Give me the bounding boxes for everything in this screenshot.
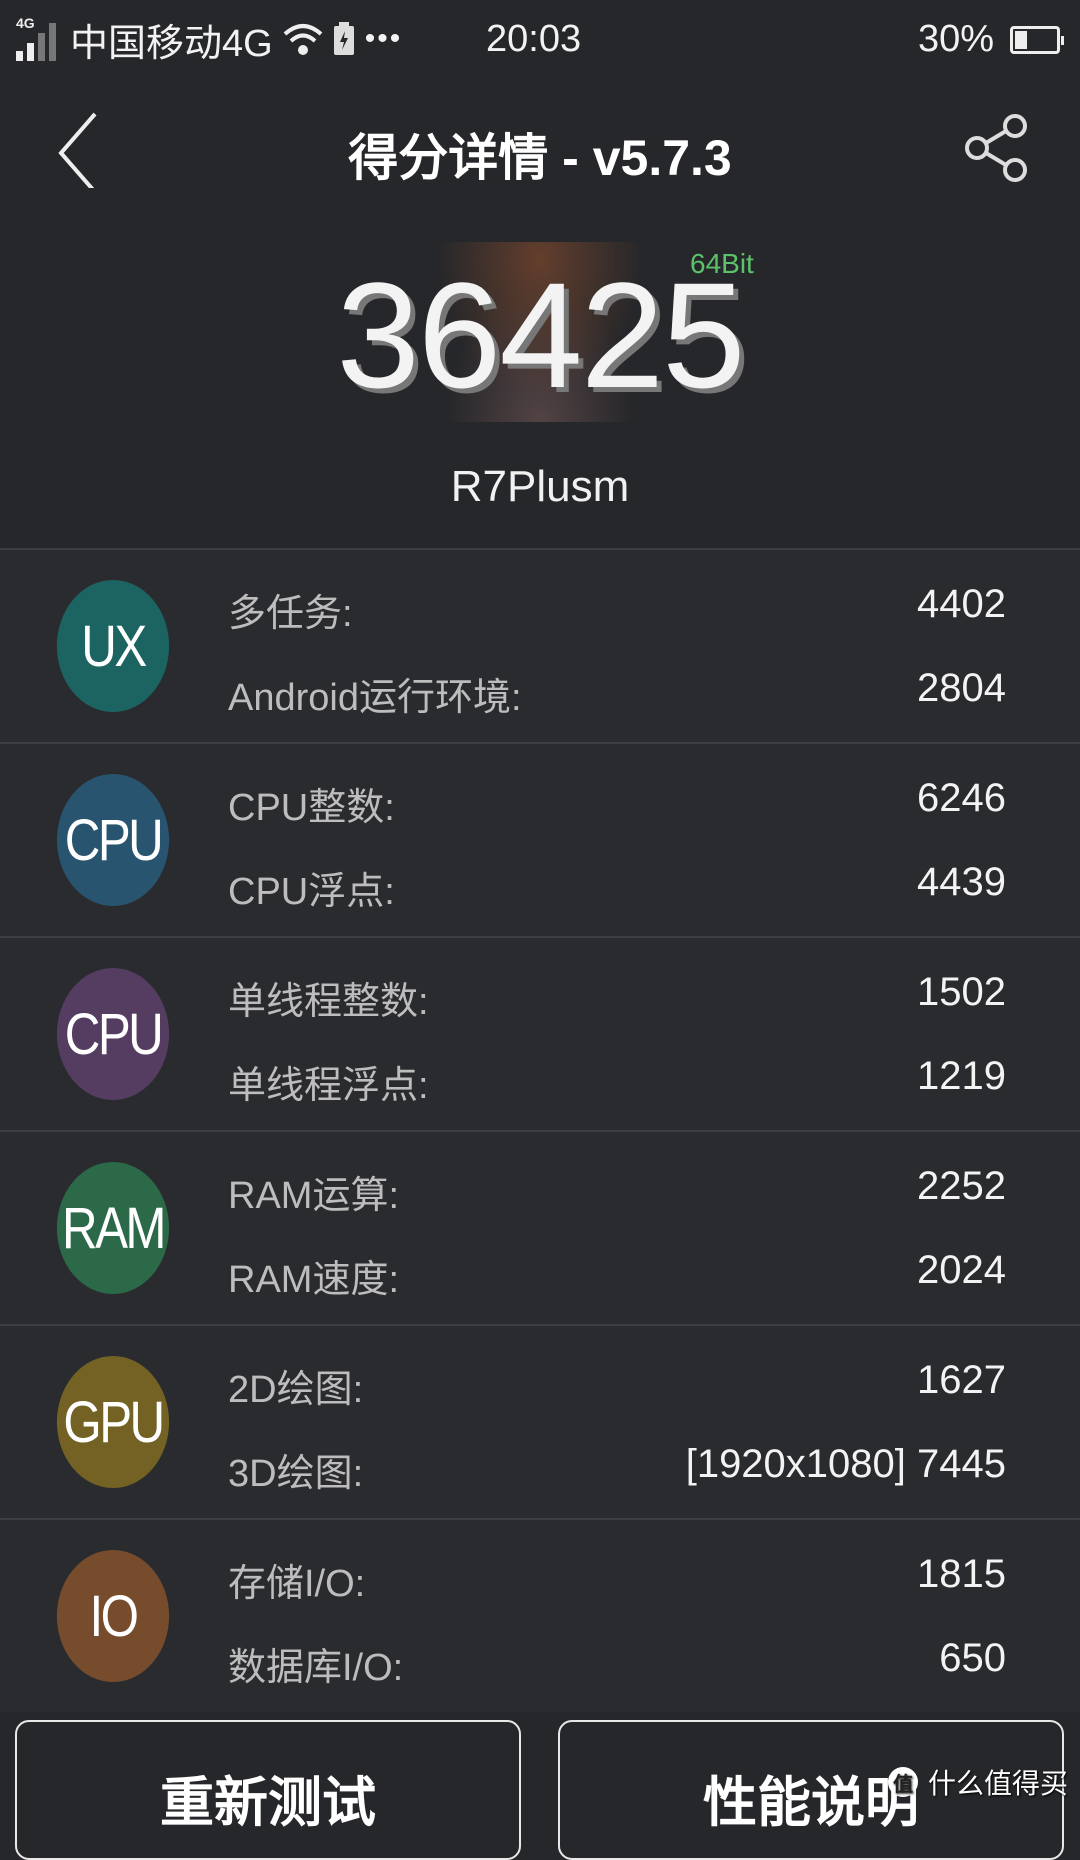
item-label: CPU浮点: <box>228 871 395 913</box>
watermark: 值 什么值得买 <box>887 1762 1068 1802</box>
item-label: 2D绘图: <box>228 1369 364 1411</box>
category-row-cpu-single[interactable]: CPU 单线程整数: 1502 单线程浮点: 1219 <box>0 936 1080 1130</box>
item-value: 1502 <box>917 970 1006 1014</box>
arch-badge: 64Bit <box>690 248 754 279</box>
item-label: Android运行环境: <box>228 677 522 719</box>
cpu-single-badge: CPU <box>56 968 170 1100</box>
io-badge: IO <box>56 1550 170 1682</box>
category-row-ram[interactable]: RAM RAM运算: 2252 RAM速度: 2024 <box>0 1130 1080 1324</box>
watermark-logo-icon: 值 <box>887 1767 918 1797</box>
item-value: [1920x1080] 7445 <box>685 1442 1006 1486</box>
page-title: 得分详情 - v5.7.3 <box>348 130 732 186</box>
item-value: 1627 <box>917 1358 1006 1402</box>
item-label: 单线程浮点: <box>228 1065 429 1107</box>
battery-percent: 30% <box>917 18 994 60</box>
category-row-io[interactable]: IO 存储I/O: 1815 数据库I/O: 650 <box>0 1518 1080 1712</box>
item-label: CPU整数: <box>228 787 395 829</box>
ux-badge: UX <box>56 580 170 712</box>
item-value: 4439 <box>917 860 1006 904</box>
category-row-ux[interactable]: UX 多任务: 4402 Android运行环境: 2804 <box>0 548 1080 742</box>
item-label: RAM速度: <box>228 1259 400 1301</box>
item-value: 6246 <box>917 776 1006 820</box>
gpu-badge: GPU <box>56 1356 170 1488</box>
retest-button[interactable]: 重新测试 <box>15 1720 521 1860</box>
wifi-icon <box>283 24 323 55</box>
cpu-badge: CPU <box>56 774 170 906</box>
carrier-label: 中国移动4G <box>70 22 273 65</box>
item-value: 1815 <box>917 1552 1006 1596</box>
item-value: 2024 <box>917 1248 1006 1292</box>
share-icon[interactable] <box>962 112 1032 182</box>
battery-charging-icon <box>333 22 354 55</box>
item-value: 2804 <box>917 666 1006 710</box>
score-breakdown-list: UX 多任务: 4402 Android运行环境: 2804 CPU CPU整数… <box>0 548 1080 1712</box>
ram-badge: RAM <box>56 1162 170 1294</box>
status-bar: 4G 中国移动4G ••• 20:03 30% <box>0 0 1080 80</box>
category-row-cpu[interactable]: CPU CPU整数: 6246 CPU浮点: 4439 <box>0 742 1080 936</box>
overflow-notifications-icon: ••• <box>364 22 403 55</box>
item-label: 存储I/O: <box>228 1563 366 1605</box>
item-label: 单线程整数: <box>228 981 429 1023</box>
signal-icon: 4G <box>16 15 60 61</box>
app-header: 得分详情 - v5.7.3 <box>0 90 1080 210</box>
item-label: 3D绘图: <box>228 1453 364 1495</box>
item-label: RAM运算: <box>228 1175 400 1217</box>
watermark-text: 什么值得买 <box>927 1768 1068 1799</box>
item-value: 2252 <box>917 1164 1006 1208</box>
category-row-gpu[interactable]: GPU 2D绘图: 1627 3D绘图: [1920x1080] 7445 <box>0 1324 1080 1518</box>
score-section: 36425 64Bit R7Plusm <box>0 240 1080 540</box>
item-value: 650 <box>939 1636 1006 1680</box>
item-value: 1219 <box>917 1054 1006 1098</box>
clock: 20:03 <box>486 18 582 60</box>
item-label: 数据库I/O: <box>228 1647 404 1689</box>
total-score: 36425 <box>336 251 745 419</box>
device-name: R7Plusm <box>450 462 630 511</box>
battery-icon <box>1010 25 1064 54</box>
item-label: 多任务: <box>228 593 353 635</box>
item-value: 4402 <box>917 582 1006 626</box>
